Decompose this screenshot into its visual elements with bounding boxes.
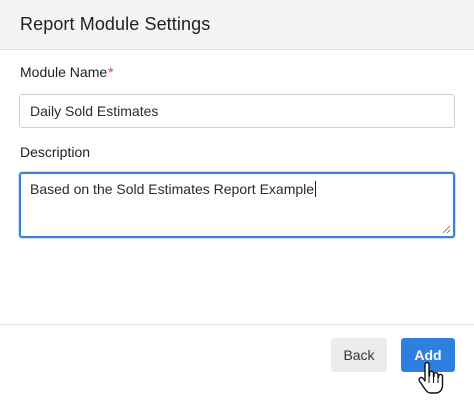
description-value: Based on the Sold Estimates Report Examp… <box>30 181 315 197</box>
add-button[interactable]: Add <box>401 338 455 372</box>
module-name-input[interactable] <box>19 94 455 128</box>
dialog-header: Report Module Settings <box>0 0 474 50</box>
description-text: Based on the Sold Estimates Report Examp… <box>30 181 317 197</box>
required-asterisk: * <box>108 64 114 80</box>
dialog-title: Report Module Settings <box>20 14 211 34</box>
footer-divider <box>0 324 474 325</box>
resize-grip-icon[interactable] <box>442 225 451 234</box>
back-button[interactable]: Back <box>331 338 387 372</box>
module-name-label: Module Name* <box>20 64 114 80</box>
module-name-label-text: Module Name <box>20 64 108 80</box>
text-caret <box>315 181 317 197</box>
report-module-settings-dialog: Report Module Settings Module Name* Desc… <box>0 0 474 406</box>
description-label: Description <box>20 144 91 160</box>
description-textarea[interactable]: Based on the Sold Estimates Report Examp… <box>19 172 455 238</box>
